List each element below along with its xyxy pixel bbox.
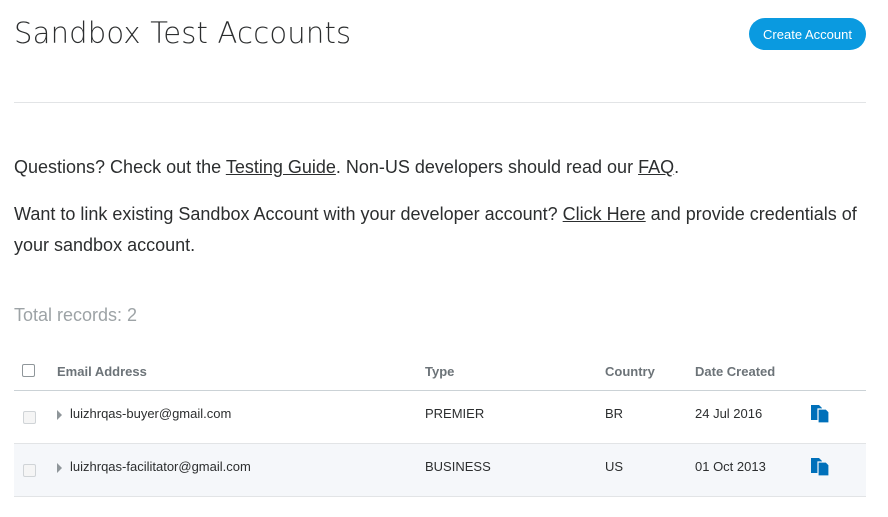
page-title: Sandbox Test Accounts	[14, 16, 352, 50]
row-date: 24 Jul 2016	[695, 406, 763, 421]
accounts-table: Email Address Type Country Date Created …	[14, 353, 866, 497]
row-email: luizhrqas-facilitator@gmail.com	[70, 459, 251, 474]
caret-right-icon[interactable]	[57, 463, 62, 473]
copy-icon[interactable]	[810, 457, 830, 477]
table-header: Email Address Type Country Date Created	[14, 353, 866, 391]
help-text-suffix: .	[674, 157, 680, 177]
row-checkbox[interactable]	[23, 411, 36, 424]
click-here-link[interactable]: Click Here	[563, 204, 646, 224]
total-records-label: Total records:	[14, 305, 128, 325]
help-text: Questions? Check out the Testing Guide. …	[14, 152, 866, 183]
caret-right-icon[interactable]	[57, 410, 62, 420]
row-country: BR	[605, 406, 624, 421]
select-all-checkbox[interactable]	[22, 364, 35, 377]
row-type: BUSINESS	[425, 459, 491, 474]
help-text-middle: . Non-US developers should read our	[335, 157, 639, 177]
link-text-prefix: Want to link existing Sandbox Account wi…	[14, 204, 563, 224]
row-type: PREMIER	[425, 406, 485, 421]
row-date: 01 Oct 2013	[695, 459, 766, 474]
total-records-count: 2	[127, 305, 138, 325]
header-email[interactable]: Email Address	[57, 364, 147, 379]
total-records: Total records: 2	[14, 305, 137, 326]
table-row[interactable]: luizhrqas-facilitator@gmail.com BUSINESS…	[14, 444, 866, 497]
help-text-prefix: Questions? Check out the	[14, 157, 226, 177]
table-row[interactable]: luizhrqas-buyer@gmail.com PREMIER BR 24 …	[14, 391, 866, 444]
link-account-text: Want to link existing Sandbox Account wi…	[14, 199, 866, 261]
copy-icon[interactable]	[810, 404, 830, 424]
header-type[interactable]: Type	[425, 364, 454, 379]
testing-guide-link[interactable]: Testing Guide	[226, 157, 336, 177]
header-country[interactable]: Country	[605, 364, 655, 379]
header-date-created[interactable]: Date Created	[695, 364, 775, 379]
row-email: luizhrqas-buyer@gmail.com	[70, 406, 232, 421]
row-country: US	[605, 459, 624, 474]
faq-link[interactable]: FAQ	[638, 157, 674, 177]
divider	[14, 102, 866, 103]
create-account-button[interactable]: Create Account	[749, 18, 866, 50]
row-checkbox[interactable]	[23, 464, 36, 477]
